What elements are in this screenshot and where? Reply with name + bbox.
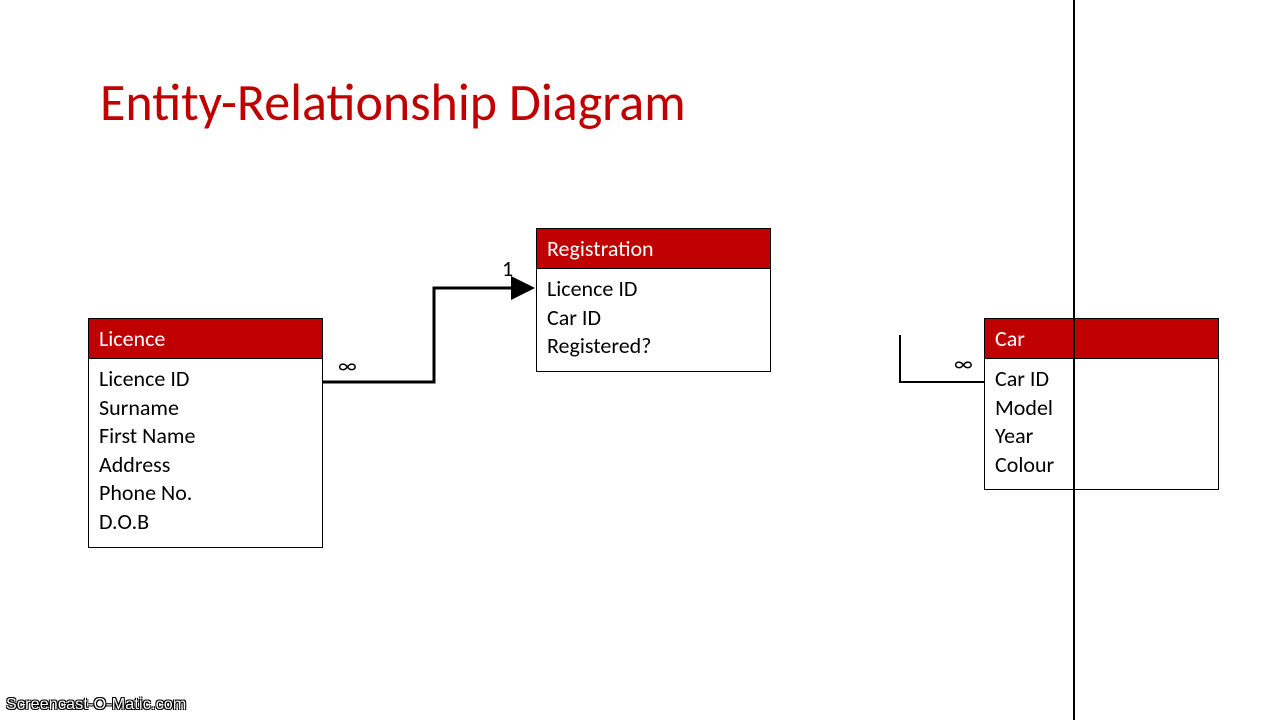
attribute: Car ID — [547, 304, 760, 333]
entity-car: Car Car ID Model Year Colour — [984, 318, 1219, 490]
entity-licence-header: Licence — [89, 319, 322, 359]
attribute: Licence ID — [547, 275, 760, 304]
attribute: Phone No. — [99, 479, 312, 508]
cardinality-registration: 1 — [502, 255, 513, 282]
attribute: Colour — [995, 451, 1208, 480]
entity-registration: Registration Licence ID Car ID Registere… — [536, 228, 771, 372]
attribute: Model — [995, 394, 1208, 423]
entity-car-body: Car ID Model Year Colour — [985, 359, 1218, 489]
attribute: First Name — [99, 422, 312, 451]
watermark: Screencast-O-Matic.com — [6, 696, 186, 714]
entity-licence-body: Licence ID Surname First Name Address Ph… — [89, 359, 322, 547]
cardinality-licence: ∞ — [338, 352, 357, 379]
attribute: Registered? — [547, 332, 760, 361]
attribute: Licence ID — [99, 365, 312, 394]
diagram-title: Entity-Relationship Diagram — [100, 70, 686, 134]
attribute: Address — [99, 451, 312, 480]
entity-registration-body: Licence ID Car ID Registered? — [537, 269, 770, 371]
entity-registration-header: Registration — [537, 229, 770, 269]
attribute: Surname — [99, 394, 312, 423]
attribute: Car ID — [995, 365, 1208, 394]
entity-car-header: Car — [985, 319, 1218, 359]
attribute: D.O.B — [99, 508, 312, 537]
attribute: Year — [995, 422, 1208, 451]
slide-right-border — [1073, 0, 1075, 720]
cardinality-car: ∞ — [954, 350, 973, 377]
entity-licence: Licence Licence ID Surname First Name Ad… — [88, 318, 323, 548]
